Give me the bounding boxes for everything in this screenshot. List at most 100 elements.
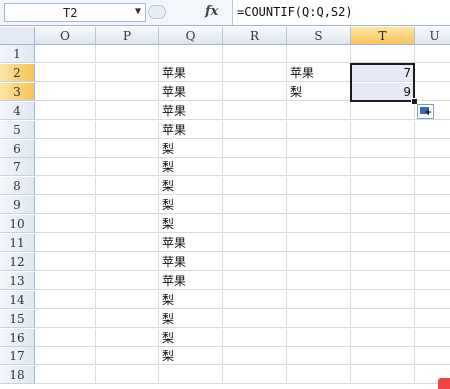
row-header[interactable]: 7 [0, 158, 35, 177]
cell-t16[interactable] [351, 328, 415, 347]
cell-p1[interactable] [96, 45, 159, 63]
formula-cancel-icon[interactable] [148, 5, 166, 19]
cell-o16[interactable] [35, 328, 96, 347]
cell-r7[interactable] [223, 158, 287, 177]
cell-s18[interactable] [287, 366, 351, 385]
cell-p5[interactable] [96, 120, 159, 139]
cell-s12[interactable] [287, 252, 351, 271]
cell-o13[interactable] [35, 271, 96, 290]
row-header[interactable]: 4 [0, 101, 35, 120]
cell-p15[interactable] [96, 309, 159, 328]
cell-t14[interactable] [351, 290, 415, 309]
cell-t3[interactable]: 9 [351, 82, 415, 101]
cell-u11[interactable] [415, 234, 450, 252]
cell-t7[interactable] [351, 158, 415, 177]
row-header[interactable]: 16 [0, 328, 35, 347]
column-header-o[interactable]: O [35, 27, 96, 45]
cell-o4[interactable] [35, 101, 96, 120]
cell-r3[interactable] [223, 82, 287, 101]
cell-o7[interactable] [35, 158, 96, 177]
cell-o8[interactable] [35, 177, 96, 196]
cell-t4[interactable] [351, 101, 415, 120]
row-header[interactable]: 15 [0, 309, 35, 328]
cell-p12[interactable] [96, 252, 159, 271]
cell-r11[interactable] [223, 234, 287, 252]
cell-t12[interactable] [351, 252, 415, 271]
auto-fill-options-icon[interactable]: + [417, 103, 434, 119]
cell-p14[interactable] [96, 290, 159, 309]
cell-q18[interactable] [159, 366, 223, 385]
cell-s1[interactable] [287, 45, 351, 63]
cell-o18[interactable] [35, 366, 96, 385]
cell-r13[interactable] [223, 271, 287, 290]
cell-r10[interactable] [223, 215, 287, 234]
cell-o2[interactable] [35, 63, 96, 82]
cell-u16[interactable] [415, 329, 450, 347]
cell-q10[interactable]: 梨 [159, 215, 223, 234]
cell-p9[interactable] [96, 196, 159, 215]
cell-q2[interactable]: 苹果 [159, 63, 223, 82]
cell-u5[interactable] [415, 121, 450, 139]
cell-p17[interactable] [96, 347, 159, 366]
row-header[interactable]: 11 [0, 234, 35, 252]
cell-r5[interactable] [223, 120, 287, 139]
cell-t6[interactable] [351, 139, 415, 158]
cell-u1[interactable] [415, 45, 450, 63]
cell-s17[interactable] [287, 347, 351, 366]
cell-t15[interactable] [351, 309, 415, 328]
cell-p2[interactable] [96, 63, 159, 82]
cell-o1[interactable] [35, 45, 96, 63]
cell-q4[interactable]: 苹果 [159, 101, 223, 120]
cell-u10[interactable] [415, 215, 450, 234]
cell-t1[interactable] [351, 45, 415, 63]
cell-q5[interactable]: 苹果 [159, 120, 223, 139]
select-all-corner[interactable] [0, 27, 35, 45]
row-header[interactable]: 5 [0, 120, 35, 139]
cell-r1[interactable] [223, 45, 287, 63]
cell-r9[interactable] [223, 196, 287, 215]
cell-s6[interactable] [287, 139, 351, 158]
cell-q14[interactable]: 梨 [159, 290, 223, 309]
cell-s3[interactable]: 梨 [287, 82, 351, 101]
cell-q1[interactable] [159, 45, 223, 63]
column-header-s[interactable]: S [287, 27, 351, 45]
cell-s10[interactable] [287, 215, 351, 234]
column-header-p[interactable]: P [96, 27, 159, 45]
column-header-r[interactable]: R [223, 27, 287, 45]
row-header[interactable]: 14 [0, 290, 35, 309]
cell-p3[interactable] [96, 82, 159, 101]
row-header[interactable]: 1 [0, 45, 35, 63]
cell-o14[interactable] [35, 290, 96, 309]
cell-u2[interactable] [415, 64, 450, 82]
cell-q7[interactable]: 梨 [159, 158, 223, 177]
cell-o17[interactable] [35, 347, 96, 366]
row-header[interactable]: 8 [0, 177, 35, 196]
cell-o15[interactable] [35, 309, 96, 328]
cell-p6[interactable] [96, 139, 159, 158]
cell-r12[interactable] [223, 252, 287, 271]
row-header[interactable]: 6 [0, 139, 35, 158]
formula-input[interactable]: =COUNTIF(Q:Q,S2) [232, 0, 450, 25]
column-header-t[interactable]: T [351, 27, 415, 45]
cell-r6[interactable] [223, 139, 287, 158]
cell-s5[interactable] [287, 120, 351, 139]
cell-p4[interactable] [96, 101, 159, 120]
cell-s13[interactable] [287, 271, 351, 290]
cell-q9[interactable]: 梨 [159, 196, 223, 215]
cell-o6[interactable] [35, 139, 96, 158]
cell-u7[interactable] [415, 158, 450, 177]
insert-function-icon[interactable]: fx [205, 4, 218, 19]
cell-o12[interactable] [35, 252, 96, 271]
cell-t18[interactable] [351, 366, 415, 385]
cell-p10[interactable] [96, 215, 159, 234]
cell-u8[interactable] [415, 177, 450, 196]
cell-u9[interactable] [415, 196, 450, 215]
cell-u3[interactable] [415, 83, 450, 101]
cell-q12[interactable]: 苹果 [159, 252, 223, 271]
cell-r4[interactable] [223, 101, 287, 120]
cell-t11[interactable] [351, 234, 415, 252]
cell-p11[interactable] [96, 234, 159, 252]
cell-r16[interactable] [223, 328, 287, 347]
cell-r2[interactable] [223, 63, 287, 82]
row-header[interactable]: 17 [0, 347, 35, 366]
